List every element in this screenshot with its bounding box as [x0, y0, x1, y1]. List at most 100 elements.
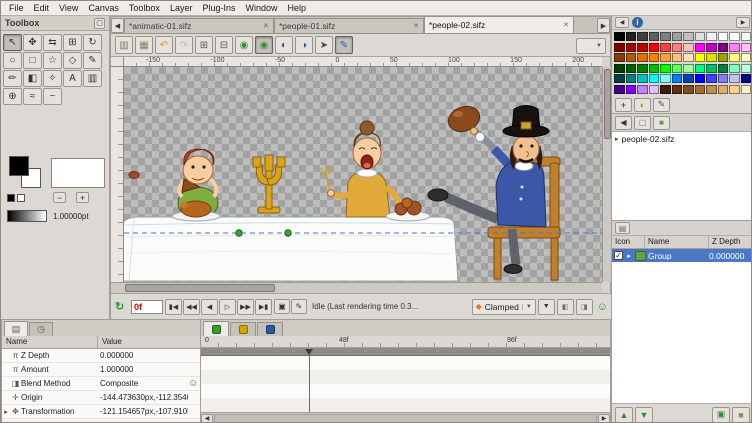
undo-icon[interactable]: ↶	[155, 36, 173, 54]
palette-swatch[interactable]	[741, 74, 752, 83]
canvas-tab[interactable]: *people-01.sifz ✕	[274, 18, 424, 33]
palette-swatch[interactable]	[649, 32, 660, 41]
fg-bg-colors[interactable]	[7, 156, 47, 192]
palette-swatch[interactable]	[660, 32, 671, 41]
palette-swatch[interactable]	[649, 43, 660, 52]
animate-mode-icon[interactable]: ☺	[597, 301, 608, 313]
timetrack-scrollbar-track[interactable]	[214, 414, 597, 423]
palette-swatch[interactable]	[695, 85, 706, 94]
timetrack-scrollbar[interactable]: ◀ ▶	[201, 412, 610, 423]
palette-swatch[interactable]	[729, 43, 740, 52]
layers-menu-icon[interactable]: ▤	[615, 222, 630, 234]
show-grid-icon[interactable]: ⊞	[195, 36, 213, 54]
redo-icon[interactable]: ↷	[175, 36, 193, 54]
tabs-scroll-right-icon[interactable]: ▶	[597, 18, 610, 33]
curves-tab[interactable]	[230, 322, 256, 336]
palette-swatch[interactable]	[729, 53, 740, 62]
new-group-button[interactable]: ▣	[712, 407, 730, 423]
circle-tool[interactable]: ○	[3, 52, 22, 69]
mirror-tool[interactable]: ⇆	[43, 34, 62, 51]
palette-swatch[interactable]	[614, 74, 625, 83]
prev-keyframe-button[interactable]: ◀◀	[183, 299, 200, 315]
layer-visibility-checkbox[interactable]: ✓	[614, 251, 623, 260]
palette-swatch[interactable]	[706, 64, 717, 73]
bounds-icon[interactable]: ▣	[274, 299, 290, 314]
preview-icon[interactable]: ✎	[291, 299, 307, 314]
expander-triangle-icon[interactable]: ▸	[625, 252, 633, 260]
lock-future-keyframe-icon[interactable]: ◨	[576, 299, 593, 315]
canvas-workarea[interactable]	[124, 67, 602, 282]
param-row[interactable]: ▸ ◨ Blend Method Composite ☺	[2, 377, 200, 391]
vertical-scrollbar[interactable]	[602, 67, 611, 282]
palette-swatch[interactable]	[626, 43, 637, 52]
static-toggle-icon[interactable]: ☺	[188, 378, 200, 389]
add-swatch-button[interactable]: +	[615, 98, 632, 112]
swap-colors-icon[interactable]	[17, 194, 25, 202]
rectangle-tool[interactable]: □	[23, 52, 42, 69]
transform-tool[interactable]: ↖	[3, 34, 22, 51]
next-keyframe-button[interactable]: ▶▶	[237, 299, 254, 315]
palette-swatch[interactable]	[695, 64, 706, 73]
param-row[interactable]: ▸ ✥ Transformation -121.154657px,-107.91…	[2, 405, 200, 419]
palette-swatch[interactable]	[637, 85, 648, 94]
menu-item[interactable]: Help	[283, 2, 312, 14]
menu-item[interactable]: Toolbox	[124, 2, 165, 14]
loop-icon[interactable]: ↻	[115, 300, 129, 313]
timetrack-rows[interactable]	[201, 356, 610, 412]
current-time-field[interactable]: 0f	[131, 300, 163, 314]
palette-swatch[interactable]	[626, 32, 637, 41]
onion-future-icon[interactable]: ◉	[255, 36, 273, 54]
raise-layer-button[interactable]: ▲	[615, 407, 633, 423]
toolbox-menu-button[interactable]: ▢	[94, 18, 105, 29]
vertex-handle[interactable]	[285, 230, 291, 236]
decrease-width-button[interactable]: −	[53, 192, 66, 203]
palette-swatch[interactable]	[718, 32, 729, 41]
prev-frame-button[interactable]: ◀	[201, 299, 218, 315]
scroll-left-icon[interactable]: ◀	[201, 414, 213, 423]
palette-swatch[interactable]	[706, 43, 717, 52]
palette-swatch[interactable]	[672, 64, 683, 73]
palette-prev-icon[interactable]: ◀	[615, 17, 629, 28]
param-value[interactable]: 1.000000	[98, 365, 188, 374]
palette-swatch[interactable]	[706, 85, 717, 94]
param-value[interactable]: Composite	[98, 379, 188, 388]
palette-swatch[interactable]	[660, 43, 671, 52]
param-row[interactable]: ▸ π Z Depth 0.000000 ☺	[2, 349, 200, 363]
canvas-tab[interactable]: *animatic-01.sifz ✕	[124, 18, 274, 33]
palette-swatch[interactable]	[672, 74, 683, 83]
palette-swatch[interactable]	[695, 74, 706, 83]
param-row[interactable]: ▸ ✛ Origin -144.473630px,-112.3540 ☺	[2, 391, 200, 405]
draw-tool[interactable]: ✏	[3, 70, 22, 87]
palette-swatch[interactable]	[626, 85, 637, 94]
horizontal-scrollbar-thumb[interactable]	[125, 284, 275, 292]
palette-swatch[interactable]	[741, 85, 752, 94]
play-button[interactable]: ▷	[219, 299, 236, 315]
palette-swatch[interactable]	[614, 85, 625, 94]
horizontal-ruler[interactable]: -150-100-50050100150200	[124, 57, 602, 67]
swap-colors[interactable]	[7, 194, 25, 202]
spline-tool[interactable]: ✎	[83, 52, 102, 69]
width-tool[interactable]: ≈	[23, 88, 42, 105]
palette-swatch[interactable]	[614, 32, 625, 41]
palette-swatch[interactable]	[683, 43, 694, 52]
new-folder-button[interactable]: ■	[732, 407, 750, 423]
time-options-dropdown[interactable]: ▼	[538, 299, 555, 315]
children-tab[interactable]	[257, 322, 283, 336]
param-value[interactable]: -121.154657px,-107.9105	[98, 407, 188, 416]
palette-swatch[interactable]	[660, 64, 671, 73]
palette-swatch[interactable]	[649, 85, 660, 94]
expander-triangle-icon[interactable]: ▸	[2, 408, 10, 416]
time-cursor-bar[interactable]	[201, 348, 610, 356]
default-colors-icon[interactable]	[7, 194, 15, 202]
cursor-icon[interactable]: ➤	[315, 36, 333, 54]
vertical-scrollbar-thumb[interactable]	[604, 69, 611, 139]
history-icon[interactable]: ▢	[634, 116, 651, 130]
palette-swatch[interactable]	[683, 32, 694, 41]
gradient-swatch[interactable]	[7, 210, 47, 222]
palette-swatch[interactable]	[614, 53, 625, 62]
palette-swatch[interactable]	[729, 64, 740, 73]
lower-layer-button[interactable]: ▼	[635, 407, 653, 423]
palette-swatch[interactable]	[683, 85, 694, 94]
back-icon[interactable]: ◀	[615, 116, 632, 130]
palette-swatch[interactable]	[672, 53, 683, 62]
